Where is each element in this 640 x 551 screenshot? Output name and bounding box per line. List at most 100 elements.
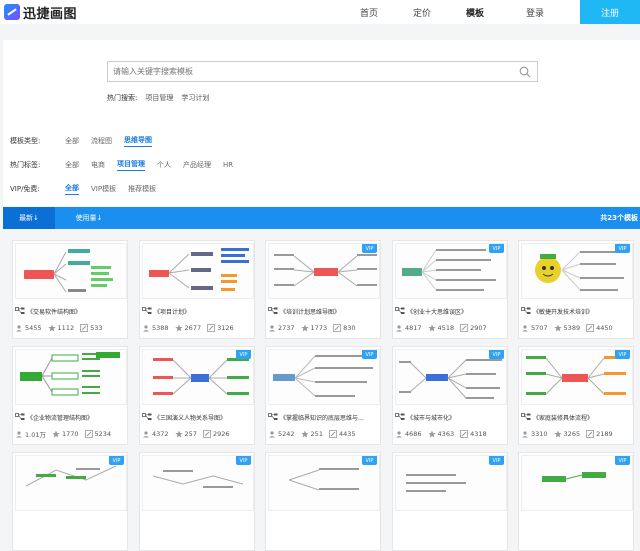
likes-count: 1112: [57, 324, 75, 332]
filter-option[interactable]: 全部: [65, 160, 79, 170]
stat-views: 2737: [268, 324, 295, 332]
stat-uses: 4318: [460, 430, 487, 438]
template-thumbnail[interactable]: VIP: [395, 243, 507, 299]
vip-badge: VIP: [362, 456, 377, 465]
stat-views: 4372: [142, 430, 169, 438]
template-thumbnail[interactable]: VIP: [268, 349, 380, 405]
uses-count: 2926: [212, 430, 230, 438]
template-title[interactable]: 《企业物流管理结构图》: [15, 411, 127, 423]
template-thumbnail[interactable]: VIP: [521, 243, 633, 299]
search-box: [107, 61, 538, 82]
template-title[interactable]: 《城市与城市化》: [395, 411, 507, 423]
search-icon[interactable]: [516, 63, 534, 81]
template-title[interactable]: 《交易软件结构图》: [15, 305, 127, 317]
nav-pricing[interactable]: 定价: [404, 6, 440, 19]
template-thumbnail[interactable]: VIP: [142, 349, 254, 405]
top-header: 迅捷画图 首页 定价 模板 登录 注册: [0, 0, 640, 24]
template-type-icon: [268, 413, 278, 420]
template-thumbnail[interactable]: VIP: [142, 455, 254, 511]
filter-option[interactable]: VIP模板: [91, 184, 116, 194]
stat-views: 1.01万: [15, 429, 46, 439]
template-card[interactable]: VIP: [392, 452, 508, 551]
template-title[interactable]: 《掌握临界知识的底层思维与...: [268, 411, 380, 423]
template-thumbnail[interactable]: VIP: [521, 455, 633, 511]
filter-label: 模板类型:: [10, 137, 41, 145]
filter-option[interactable]: 推荐模板: [128, 184, 156, 194]
template-card[interactable]: VIP 《城市与城市化》 4686 4363 4318: [392, 346, 508, 445]
uses-count: 5234: [94, 430, 112, 438]
search-input[interactable]: [108, 62, 516, 81]
vip-badge: VIP: [615, 456, 630, 465]
template-card[interactable]: VIP: [139, 452, 255, 551]
stat-uses: 5234: [84, 430, 112, 438]
filter-option[interactable]: 电商: [91, 160, 105, 170]
filter-option-active[interactable]: 思维导图: [124, 135, 152, 147]
template-thumbnail[interactable]: VIP: [268, 243, 380, 299]
template-thumbnail[interactable]: [15, 349, 127, 405]
template-title[interactable]: 《家庭装修具体流程》: [521, 411, 633, 423]
filter-option[interactable]: 个人: [157, 160, 171, 170]
uses-count: 533: [90, 324, 103, 332]
template-title[interactable]: 《敏捷开发技术培训》: [521, 305, 633, 317]
likes-count: 251: [310, 430, 323, 438]
filter-option[interactable]: HR: [223, 161, 233, 169]
views-icon: [143, 325, 149, 332]
views-count: 3310: [531, 430, 548, 438]
filter-option-active[interactable]: 全部: [65, 183, 79, 195]
template-title-text: 《城市与城市化》: [407, 414, 456, 422]
template-thumbnail[interactable]: VIP: [15, 455, 127, 511]
template-card[interactable]: VIP 《创业十大思维误区》 4817 4518 2907: [392, 240, 508, 339]
sort-usage-button[interactable]: 使用量↓: [63, 207, 115, 229]
nav-home[interactable]: 首页: [351, 6, 387, 19]
nav-login[interactable]: 登录: [517, 6, 553, 19]
vip-badge: VIP: [109, 456, 124, 465]
template-thumbnail[interactable]: [15, 243, 127, 299]
template-card[interactable]: VIP 《家庭装修具体流程》 3310 3265 2189: [518, 346, 634, 445]
star-icon: [427, 324, 436, 332]
template-card[interactable]: VIP: [518, 452, 634, 551]
template-card[interactable]: VIP: [12, 452, 128, 551]
views-count: 2737: [278, 324, 295, 332]
template-thumbnail[interactable]: [142, 243, 254, 299]
filter-option[interactable]: 产品经理: [183, 160, 211, 170]
template-thumbnail[interactable]: VIP: [395, 455, 507, 511]
uses-count: 4318: [470, 430, 487, 438]
template-thumbnail[interactable]: VIP: [395, 349, 507, 405]
hot-search-item[interactable]: 项目管理: [145, 93, 173, 103]
template-thumbnail[interactable]: VIP: [521, 349, 633, 405]
views-count: 5388: [152, 324, 169, 332]
sort-latest-button[interactable]: 最新↓: [3, 207, 55, 229]
filter-option[interactable]: 流程图: [91, 136, 112, 146]
filter-option-active[interactable]: 项目管理: [117, 159, 145, 171]
star-icon: [174, 324, 183, 332]
template-card[interactable]: 《交易软件结构图》 5455 1112 533: [12, 240, 128, 339]
hot-search-item[interactable]: 学习计划: [181, 93, 209, 103]
register-button[interactable]: 注册: [580, 0, 640, 24]
nav-templates[interactable]: 模板: [457, 6, 493, 19]
template-card[interactable]: VIP 《掌握临界知识的底层思维与... 5242 251 4435: [265, 346, 381, 445]
template-card[interactable]: 《企业物流管理结构图》 1.01万 1770 5234: [12, 346, 128, 445]
logo[interactable]: 迅捷画图: [4, 3, 77, 22]
vip-badge: VIP: [362, 244, 377, 253]
template-title[interactable]: 《项目计划》: [142, 305, 254, 317]
template-card[interactable]: VIP: [265, 452, 381, 551]
template-title[interactable]: 《三国演义人物关系导图》: [142, 411, 254, 423]
template-thumbnail[interactable]: VIP: [268, 455, 380, 511]
filter-row-vip: VIP/免费: 全部 VIP模板 推荐模板: [10, 183, 168, 195]
stat-uses: 2189: [586, 430, 613, 438]
template-card[interactable]: 《项目计划》 5388 2677 3126: [139, 240, 255, 339]
filter-option[interactable]: 全部: [65, 136, 79, 146]
views-count: 5242: [278, 430, 295, 438]
likes-count: 2677: [184, 324, 202, 332]
views-count: 4686: [405, 430, 422, 438]
template-card[interactable]: VIP 《培训计划思维导图》 2737 1773 830: [265, 240, 381, 339]
template-title[interactable]: 《创业十大思维误区》: [395, 305, 507, 317]
logo-text: 迅捷画图: [23, 6, 78, 22]
main-nav: 首页 定价 模板 登录 注册: [351, 0, 640, 24]
template-card[interactable]: VIP 《敏捷开发技术培训》 5707 5389 4450: [518, 240, 634, 339]
stat-uses: 533: [80, 324, 103, 332]
template-card[interactable]: VIP 《三国演义人物关系导图》 4372 257 2926: [139, 346, 255, 445]
template-title[interactable]: 《培训计划思维导图》: [268, 305, 380, 317]
star-icon: [174, 430, 183, 438]
edit-icon: [207, 324, 215, 332]
